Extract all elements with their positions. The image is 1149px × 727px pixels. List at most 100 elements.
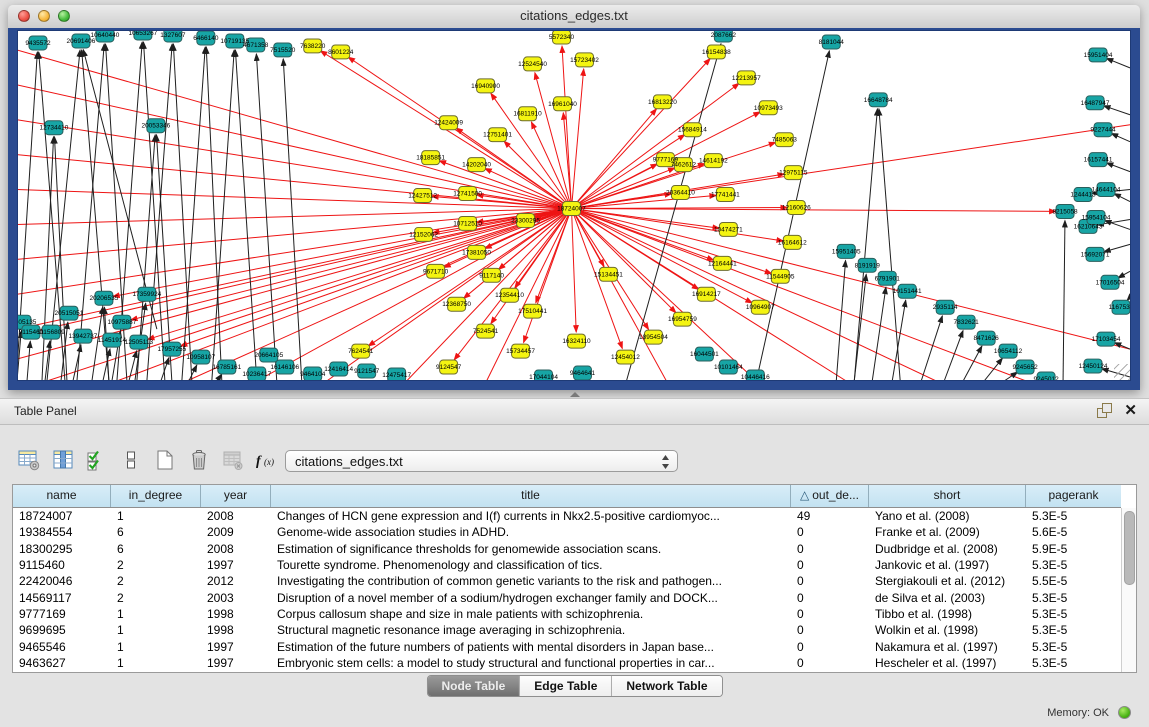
table-row[interactable]: 911546021997Tourette syndrome. Phenomeno…: [13, 557, 1121, 573]
table-row[interactable]: 969969511998Structural magnetic resonanc…: [13, 622, 1121, 638]
graph-node-label: 7515520: [270, 47, 296, 54]
graph-node-label: 2087662: [711, 32, 737, 39]
graph-edge: [180, 208, 571, 346]
cell-year: 1998: [201, 607, 271, 621]
table-row[interactable]: 946554611997Estimation of the future num…: [13, 638, 1121, 654]
graph-node-label: 12741500: [453, 191, 482, 198]
column-header-title[interactable]: title: [271, 485, 791, 507]
network-graph-canvas[interactable]: 1872400715723402125245401694090012424009…: [17, 30, 1131, 381]
graph-node-label: 12751401: [483, 132, 512, 139]
tab-edge-table[interactable]: Edge Table: [520, 676, 612, 696]
table-row[interactable]: 977716911998Corpus callosum shape and si…: [13, 606, 1121, 622]
graph-node-label: 11156809: [37, 329, 65, 336]
close-panel-icon[interactable]: ✕: [1124, 403, 1137, 418]
graph-node-label: 15684914: [678, 127, 707, 134]
cell-pagerank: 5.3E-5: [1026, 558, 1121, 572]
table-row[interactable]: 1830029562008Estimation of significance …: [13, 541, 1121, 557]
cell-in_degree: 1: [111, 623, 201, 637]
delete-table-button[interactable]: [184, 446, 214, 474]
function-builder-button[interactable]: f(x): [252, 446, 282, 474]
cell-short: Franke et al. (2009): [869, 525, 1026, 539]
graph-node-label: 16487947: [1081, 100, 1110, 107]
table-row[interactable]: 1938455462009Genome-wide association stu…: [13, 524, 1121, 540]
memory-status-indicator[interactable]: [1118, 706, 1131, 719]
graph-node-label: 12354410: [495, 292, 524, 299]
graph-node-label: 12213957: [732, 75, 761, 82]
table-row[interactable]: 1456911722003Disruption of a novel membe…: [13, 589, 1121, 605]
table-vertical-scrollbar[interactable]: [1121, 508, 1136, 672]
cell-in_degree: 2: [111, 558, 201, 572]
graph-node-label: 9121547: [354, 368, 380, 375]
graph-edge: [879, 109, 900, 381]
graph-node-label: 15954104: [1082, 214, 1111, 221]
scrollbar-thumb[interactable]: [1124, 511, 1135, 585]
cell-title: Structural magnetic resonance image aver…: [271, 623, 791, 637]
graph-node-label: 16164612: [778, 239, 807, 246]
splitter-collapse-handle[interactable]: [570, 392, 580, 397]
cell-short: Wolkin et al. (1998): [869, 623, 1026, 637]
graph-edge: [1111, 133, 1130, 141]
graph-node-label: 15951404: [1084, 52, 1113, 59]
float-panel-icon[interactable]: [1097, 403, 1112, 418]
svg-text:(x): (x): [264, 457, 274, 467]
cell-name: 9463627: [13, 656, 111, 670]
graph-node-label: 9671710: [423, 268, 449, 275]
graph-node-label: 12164441: [708, 260, 737, 267]
column-header-in_degree[interactable]: in_degree: [111, 485, 201, 507]
graph-node-label: 10654112: [994, 348, 1023, 355]
tab-node-table[interactable]: Node Table: [427, 676, 520, 696]
cell-in_degree: 6: [111, 542, 201, 556]
row-height-button[interactable]: [116, 446, 146, 474]
cell-year: 1997: [201, 558, 271, 572]
cell-short: Nakamura et al. (1997): [869, 640, 1026, 654]
graph-node-label: 9117140: [479, 272, 504, 279]
graph-node-label: 12475417: [382, 372, 411, 379]
graph-node-label: 7462612: [671, 162, 697, 169]
column-header-year[interactable]: year: [201, 485, 271, 507]
graph-node-label: 20053346: [141, 123, 170, 130]
node-table-options-button[interactable]: [14, 446, 44, 474]
graph-node-label: 1327607: [160, 32, 186, 39]
table-row[interactable]: 1872400712008Changes of HCN gene express…: [13, 508, 1121, 524]
table-row[interactable]: 946362711997Embryonic stem cells: a mode…: [13, 655, 1121, 671]
graph-edge: [283, 59, 301, 381]
table-selector-dropdown[interactable]: citations_edges.txt: [285, 450, 678, 472]
graph-node-label: 7524541: [473, 328, 499, 335]
graph-edge: [182, 47, 205, 381]
graph-edge: [572, 135, 685, 209]
graph-node-label: 9227444: [1090, 127, 1116, 134]
cell-year: 2008: [201, 509, 271, 523]
cell-title: Corpus callosum shape and size in male p…: [271, 607, 791, 621]
create-new-table-button[interactable]: [150, 446, 180, 474]
resize-grip-icon[interactable]: [1114, 364, 1130, 380]
column-header-short[interactable]: short: [869, 485, 1026, 507]
toggle-column-visibility-button[interactable]: [48, 446, 78, 474]
table-row[interactable]: 2242004622012Investigating the contribut…: [13, 573, 1121, 589]
network-window-titlebar[interactable]: citations_edges.txt: [8, 5, 1140, 29]
graph-node-label: 12368750: [442, 301, 471, 308]
graph-node-label: 12505113: [125, 339, 154, 346]
graph-edge: [1106, 163, 1130, 172]
import-table-button[interactable]: [218, 446, 248, 474]
cell-title: Estimation of significance thresholds fo…: [271, 542, 791, 556]
graph-node-label: 10151441: [893, 288, 922, 295]
graph-node-label: 10964907: [746, 304, 775, 311]
graph-node-label: 17741441: [711, 192, 740, 199]
table-toolbar: f(x): [12, 442, 284, 478]
cell-title: Investigating the contribution of common…: [271, 574, 791, 588]
column-header-pagerank[interactable]: pagerank: [1026, 485, 1121, 507]
column-header-out_de[interactable]: △out_de...: [791, 485, 869, 507]
graph-node-label: 12450124: [1079, 363, 1108, 370]
cell-name: 9777169: [13, 607, 111, 621]
table-type-tabs: Node Table Edge Table Network Table: [426, 675, 722, 697]
graph-node-label: 12152062: [409, 231, 438, 238]
graph-node-label: 20364410: [666, 190, 695, 197]
graph-node-label: 12424009: [434, 120, 463, 127]
graph-node-label: 10236417: [242, 371, 271, 378]
column-header-name[interactable]: name: [13, 485, 111, 507]
tab-network-table[interactable]: Network Table: [612, 676, 721, 696]
graph-edge: [17, 50, 572, 209]
graph-node-label: 15692071: [1081, 251, 1110, 258]
select-columns-button[interactable]: [82, 446, 112, 474]
cell-out_de: 0: [791, 574, 869, 588]
